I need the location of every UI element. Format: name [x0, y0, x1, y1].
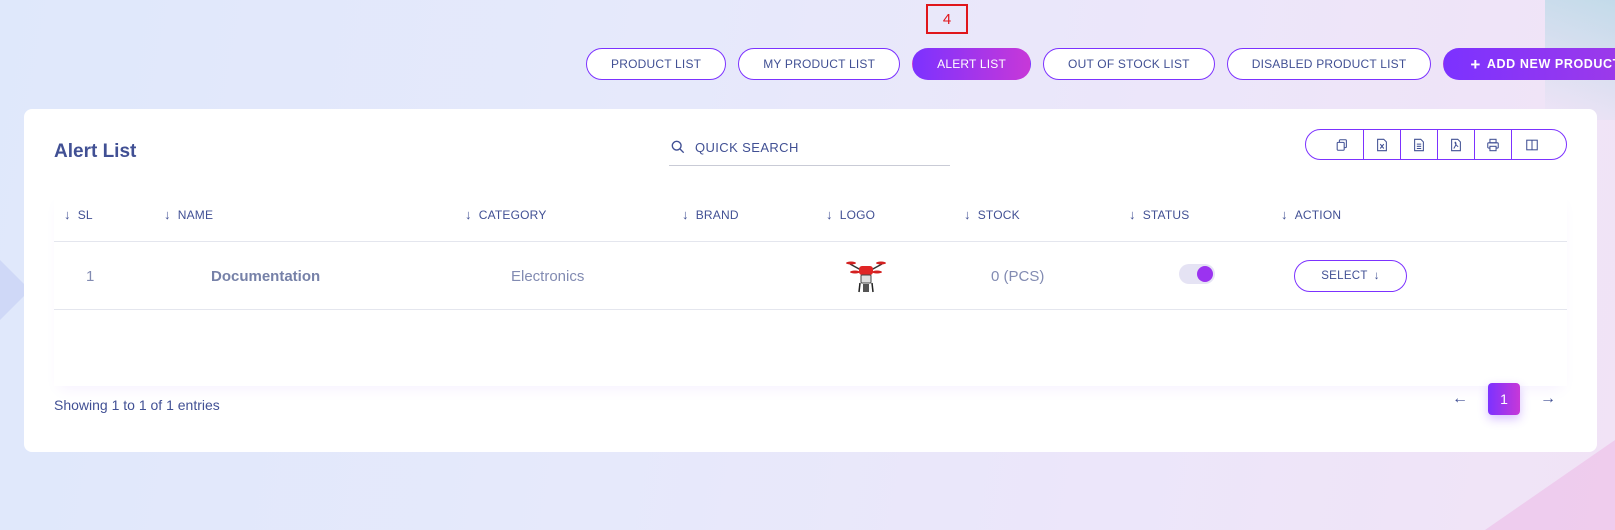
product-list-nav: PRODUCT LIST MY PRODUCT LIST ALERT LIST … [586, 48, 1615, 80]
header-label: NAME [177, 207, 214, 222]
select-action-button[interactable]: SELECT ↓ [1294, 260, 1407, 292]
sort-sl-header[interactable]: ↓ SL [64, 207, 93, 222]
background-shape [1485, 440, 1615, 530]
sort-action-header[interactable]: ↓ ACTION [1281, 207, 1341, 222]
plus-icon: + [1470, 54, 1481, 74]
entries-info: Showing 1 to 1 of 1 entries [54, 397, 220, 413]
search-input[interactable] [695, 139, 935, 155]
cell-name: Documentation [211, 268, 321, 285]
export-toolbar [1305, 129, 1567, 160]
sort-category-header[interactable]: ↓ CATEGORY [465, 207, 547, 222]
sort-arrow-icon: ↓ [826, 207, 833, 222]
columns-icon [1526, 139, 1538, 150]
select-label: SELECT [1321, 270, 1368, 282]
excel-button[interactable] [1364, 130, 1401, 159]
status-toggle[interactable] [1179, 264, 1215, 284]
arrow-down-icon: ↓ [1373, 270, 1380, 282]
header-label: BRAND [695, 207, 739, 222]
page-button-1[interactable]: 1 [1488, 383, 1520, 415]
cell-category: Electronics [511, 268, 585, 285]
sort-name-header[interactable]: ↓ NAME [164, 207, 213, 222]
pdf-icon [1451, 138, 1461, 151]
sort-arrow-icon: ↓ [1129, 207, 1136, 222]
header-label: STOCK [977, 207, 1020, 222]
sort-arrow-icon: ↓ [64, 207, 71, 222]
cell-sl: 1 [86, 268, 95, 285]
print-icon [1487, 138, 1499, 151]
pdf-button[interactable] [1438, 130, 1475, 159]
search-icon [671, 140, 685, 154]
header-label: STATUS [1142, 207, 1190, 222]
product-list-button[interactable]: PRODUCT LIST [586, 48, 727, 80]
header-label: ACTION [1294, 207, 1342, 222]
add-new-product-button[interactable]: + ADD NEW PRODUCT [1443, 48, 1615, 80]
arrow-right-icon[interactable]: → [1538, 390, 1558, 408]
csv-button[interactable] [1401, 130, 1438, 159]
page-title: Alert List [54, 141, 137, 162]
excel-icon [1377, 138, 1387, 151]
alert-table: ↓ SL ↓ NAME ↓ CATEGORY ↓ BRAND ↓ LOGO ↓ … [54, 191, 1567, 386]
toggle-knob [1197, 266, 1213, 282]
sort-arrow-icon: ↓ [164, 207, 171, 222]
copy-button[interactable] [1306, 130, 1364, 159]
cell-stock: 0 (PCS) [991, 268, 1045, 285]
sort-status-header[interactable]: ↓ STATUS [1129, 207, 1189, 222]
csv-icon [1414, 138, 1424, 151]
alert-list-card: Alert List QUICK SEARCH ↓ SL ↓ NAME ↓ CA… [24, 109, 1597, 452]
sort-stock-header[interactable]: ↓ STOCK [964, 207, 1020, 222]
copy-icon [1336, 138, 1347, 151]
product-logo-image [846, 256, 886, 296]
header-label: SL [77, 207, 93, 222]
annotation-marker: 4 [926, 4, 968, 34]
header-label: LOGO [839, 207, 876, 222]
sort-logo-header[interactable]: ↓ LOGO [826, 207, 875, 222]
sort-arrow-icon: ↓ [682, 207, 689, 222]
alert-list-button[interactable]: ALERT LIST [912, 48, 1032, 80]
table-header: ↓ SL ↓ NAME ↓ CATEGORY ↓ BRAND ↓ LOGO ↓ … [54, 191, 1567, 242]
print-button[interactable] [1475, 130, 1512, 159]
sort-brand-header[interactable]: ↓ BRAND [682, 207, 739, 222]
pagination: ← 1 → [1450, 383, 1558, 415]
header-label: CATEGORY [478, 207, 547, 222]
arrow-left-icon[interactable]: ← [1450, 390, 1470, 408]
add-new-product-label: ADD NEW PRODUCT [1486, 57, 1615, 71]
table-row: 1 Documentation Electronics 0 (PCS) SELE… [54, 242, 1567, 310]
my-product-list-button[interactable]: MY PRODUCT LIST [738, 48, 901, 80]
sort-arrow-icon: ↓ [465, 207, 472, 222]
out-of-stock-list-button[interactable]: OUT OF STOCK LIST [1043, 48, 1215, 80]
sort-arrow-icon: ↓ [1281, 207, 1288, 222]
quick-search [669, 129, 950, 166]
disabled-product-list-button[interactable]: DISABLED PRODUCT LIST [1226, 48, 1432, 80]
columns-button[interactable] [1512, 130, 1566, 159]
sort-arrow-icon: ↓ [964, 207, 971, 222]
